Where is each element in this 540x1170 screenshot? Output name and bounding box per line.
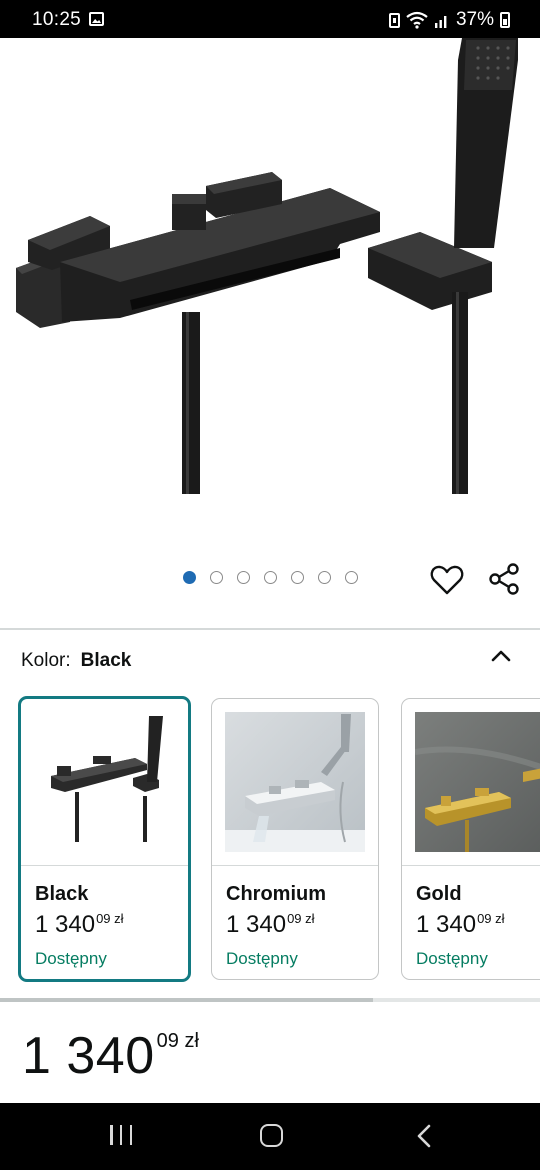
swatch-image-gold: [402, 699, 540, 865]
swatch-availability: Dostępny: [226, 949, 298, 968]
system-nav-bar: [0, 1103, 540, 1170]
carousel-dot[interactable]: [237, 571, 250, 584]
color-swatch-chromium[interactable]: Chromium 1 34009 zł Dostępny: [211, 698, 379, 980]
share-icon[interactable]: [488, 562, 520, 596]
home-icon[interactable]: [260, 1124, 283, 1147]
selected-color-value: Black: [80, 650, 132, 671]
carousel-dot[interactable]: [318, 571, 331, 584]
swatch-price-fraction: 09 zł: [477, 911, 505, 926]
swatch-name: Gold: [416, 883, 462, 905]
status-time: 10:25: [32, 9, 82, 30]
carousel-dot[interactable]: [291, 571, 304, 584]
chevron-up-icon[interactable]: [490, 645, 512, 667]
swatch-image-chromium: [212, 699, 378, 865]
back-icon[interactable]: [412, 1123, 436, 1149]
product-price: 1 340 09 zł: [22, 1026, 199, 1086]
swatch-name: Chromium: [226, 883, 326, 905]
carousel-dots[interactable]: [183, 571, 358, 584]
swatch-price-main: 1 340: [226, 911, 287, 938]
gallery-icon: [89, 12, 104, 26]
swatch-scrollbar[interactable]: [0, 998, 540, 1002]
swatch-price-fraction: 09 zł: [96, 911, 124, 926]
swatch-availability: Dostępny: [35, 949, 107, 968]
swatch-availability: Dostępny: [416, 949, 488, 968]
section-divider: [0, 628, 540, 630]
swatch-divider: [21, 865, 188, 866]
swatch-divider: [212, 865, 378, 866]
battery-icon: [500, 12, 510, 28]
swatch-price-main: 1 340: [416, 911, 477, 938]
carousel-dot[interactable]: [264, 571, 277, 584]
product-image[interactable]: [0, 38, 540, 558]
status-right: 37%: [388, 8, 510, 32]
status-bar: 10:25 37%: [0, 0, 540, 38]
swatch-scrollbar-thumb[interactable]: [0, 998, 373, 1002]
battery-saver-icon: [388, 12, 400, 28]
carousel-dot[interactable]: [183, 571, 196, 584]
signal-icon: [434, 12, 450, 28]
swatch-price: 1 34009 zł: [226, 911, 315, 939]
color-swatch-black[interactable]: Black 1 34009 zł Dostępny: [18, 696, 191, 982]
swatch-image-black: [21, 699, 188, 865]
faucet-illustration: [16, 38, 518, 494]
color-swatch-gold[interactable]: Gold 1 34009 zł Dostępny: [401, 698, 540, 980]
color-swatch-list[interactable]: Black 1 34009 zł Dostępny Chromium 1 340…: [0, 694, 540, 986]
carousel-dot[interactable]: [345, 571, 358, 584]
swatch-price-main: 1 340: [35, 911, 96, 938]
swatch-price: 1 34009 zł: [35, 911, 124, 939]
price-fraction: 09 zł: [156, 1030, 199, 1052]
battery-percent: 37%: [455, 9, 494, 30]
wifi-icon: [406, 11, 428, 29]
color-label: Kolor:: [21, 650, 71, 671]
swatch-name: Black: [35, 883, 89, 905]
swatch-price: 1 34009 zł: [416, 911, 505, 939]
recent-apps-icon[interactable]: [110, 1125, 132, 1145]
carousel-dot[interactable]: [210, 571, 223, 584]
swatch-price-fraction: 09 zł: [287, 911, 315, 926]
swatch-divider: [402, 865, 540, 866]
price-main: 1 340: [22, 1027, 155, 1085]
heart-icon[interactable]: [430, 564, 464, 596]
color-selector-header: Kolor: Black: [21, 650, 131, 672]
